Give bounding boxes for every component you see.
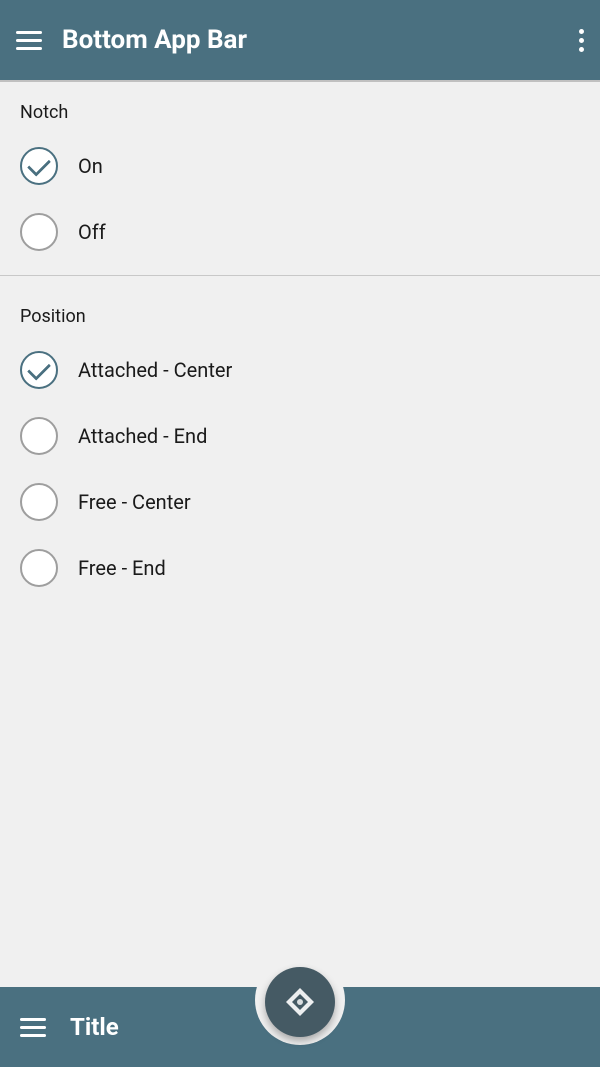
notch-on-radio[interactable] bbox=[20, 147, 58, 185]
position-attached-end-option[interactable]: Attached - End bbox=[0, 403, 600, 469]
position-attached-center-radio[interactable] bbox=[20, 351, 58, 389]
position-attached-center-label: Attached - Center bbox=[78, 358, 232, 382]
position-free-end-option[interactable]: Free - End bbox=[0, 535, 600, 601]
more-options-icon[interactable] bbox=[579, 29, 584, 52]
notch-off-radio[interactable] bbox=[20, 213, 58, 251]
position-free-center-option[interactable]: Free - Center bbox=[0, 469, 600, 535]
position-attached-center-option[interactable]: Attached - Center bbox=[0, 337, 600, 403]
position-attached-end-label: Attached - End bbox=[78, 424, 207, 448]
position-free-end-label: Free - End bbox=[78, 556, 166, 580]
notch-section-label: Notch bbox=[0, 82, 600, 133]
bottom-bar-title: Title bbox=[70, 1013, 119, 1041]
notch-off-label: Off bbox=[78, 220, 106, 244]
app-bar-title: Bottom App Bar bbox=[62, 25, 247, 55]
fab-container bbox=[265, 967, 335, 1037]
bottom-hamburger-icon[interactable] bbox=[20, 1018, 46, 1037]
top-app-bar: Bottom App Bar bbox=[0, 0, 600, 80]
top-app-bar-left: Bottom App Bar bbox=[16, 25, 247, 55]
section-divider bbox=[0, 275, 600, 276]
position-free-end-radio[interactable] bbox=[20, 549, 58, 587]
notch-on-option[interactable]: On bbox=[0, 133, 600, 199]
position-free-center-radio[interactable] bbox=[20, 483, 58, 521]
position-section-label: Position bbox=[0, 286, 600, 337]
content-area: Notch On Off Position Attached - Center … bbox=[0, 82, 600, 601]
position-attached-end-radio[interactable] bbox=[20, 417, 58, 455]
fab-icon bbox=[282, 984, 318, 1020]
fab-button[interactable] bbox=[265, 967, 335, 1037]
notch-off-option[interactable]: Off bbox=[0, 199, 600, 265]
notch-on-label: On bbox=[78, 154, 103, 178]
position-free-center-label: Free - Center bbox=[78, 490, 191, 514]
hamburger-icon[interactable] bbox=[16, 31, 42, 50]
